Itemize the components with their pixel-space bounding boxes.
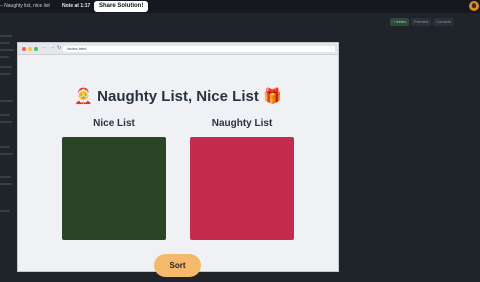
page-content: 🤶 Naughty List, Nice List 🎁 Nice List Na… bbox=[18, 55, 338, 277]
reload-icon[interactable]: ↻ bbox=[57, 45, 61, 51]
nice-list-heading: Nice List bbox=[93, 118, 135, 129]
sort-button[interactable]: Sort bbox=[154, 254, 201, 277]
back-forward-icon[interactable]: ← → bbox=[42, 44, 56, 50]
note-timestamp[interactable]: Note at 1:17 bbox=[62, 3, 90, 9]
url-text: /index.html bbox=[67, 46, 87, 51]
editor-tabs: + index Preview Console bbox=[390, 18, 454, 26]
share-solution-button[interactable]: Share Solution! bbox=[94, 1, 149, 12]
tab-console[interactable]: Console bbox=[433, 18, 454, 26]
menu-icon[interactable]: ⋮ bbox=[329, 46, 333, 52]
top-bar: – Naughty list, nice list Note at 1:17 S… bbox=[0, 0, 480, 13]
minimize-window-dot[interactable] bbox=[28, 47, 32, 51]
page-title: 🤶 Naughty List, Nice List 🎁 bbox=[74, 88, 282, 105]
scrim-title: – Naughty list, nice list bbox=[0, 3, 50, 9]
tab-index[interactable]: + index bbox=[390, 18, 410, 26]
browser-toolbar: ← → ↻ /index.html ⋮ bbox=[18, 43, 338, 55]
naughty-list-box bbox=[190, 137, 294, 240]
user-avatar[interactable] bbox=[469, 1, 479, 11]
url-bar[interactable]: /index.html ⋮ bbox=[63, 46, 335, 52]
maximize-window-dot[interactable] bbox=[34, 47, 38, 51]
browser-window: ← → ↻ /index.html ⋮ 🤶 Naughty List, Nice… bbox=[17, 42, 339, 277]
tab-preview[interactable]: Preview bbox=[411, 18, 432, 26]
naughty-list-heading: Naughty List bbox=[211, 118, 273, 129]
close-window-dot[interactable] bbox=[22, 47, 26, 51]
nice-list-box bbox=[62, 137, 166, 240]
